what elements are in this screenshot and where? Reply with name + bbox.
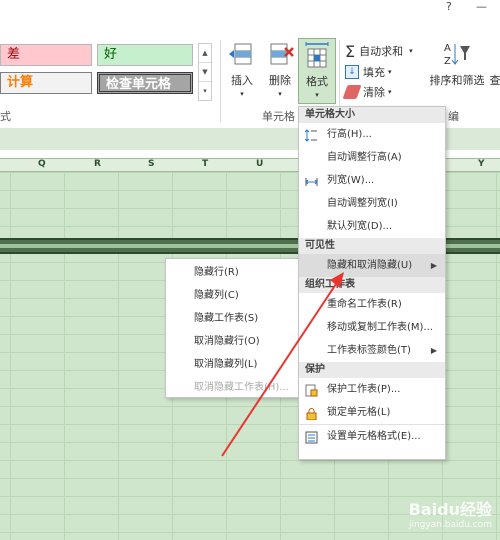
watermark: Baidu经验 jingyan.baidu.com [409, 496, 492, 530]
watermark-brand: Baidu经验 [408, 500, 492, 519]
watermark-url: jingyan.baidu.com [408, 520, 492, 530]
annotation-arrow [221, 272, 344, 457]
